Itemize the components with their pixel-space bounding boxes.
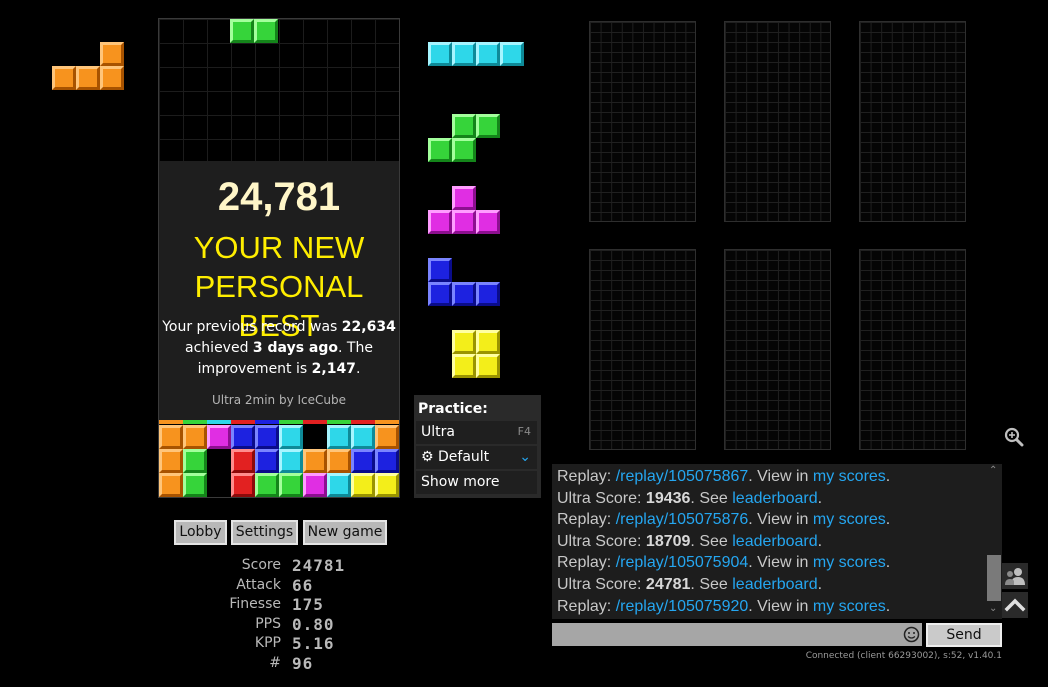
chat-message: Ultra Score: 24781. See leaderboard. [552,574,1002,596]
zoom-icon[interactable] [1003,426,1025,448]
chat-text: . [885,554,891,572]
chat-text: . [817,489,823,507]
chat-text: . [885,468,891,485]
chat-text: Ultra Score: [557,489,646,507]
chat-score-value: 19436 [645,489,691,507]
stat-value-pps: 0.80 [292,615,335,634]
chevron-down-icon: ⌄ [519,449,531,465]
scroll-up-arrow-icon[interactable]: ⌃ [989,465,997,476]
opponent-board [859,21,966,222]
chat-message: Replay: /replay/105075876. View in my sc… [552,509,1002,531]
my-scores-link[interactable]: my scores [813,554,886,571]
scroll-down-arrow-icon[interactable]: ⌄ [989,603,997,614]
connection-status: Connected (client 66293002), s:52, v1.40… [805,651,1002,661]
practice-title: Practice: [418,401,488,417]
my-scores-link[interactable]: my scores [813,511,886,528]
stat-value-kpp: 5.16 [292,634,335,653]
stat-label-pieces: # [269,655,281,671]
next-queue [428,40,528,380]
chat-text: Ultra Score: [557,575,646,593]
result-overlay: 24,781 YOUR NEW PERSONAL BEST Your previ… [159,161,399,420]
stat-label-score: Score [241,557,281,573]
opponent-board [589,21,696,222]
personal-best-line1: YOUR NEW [193,230,365,265]
chat-message: Ultra Score: 18709. See leaderboard. [552,531,1002,553]
chat-text: . [817,532,823,550]
chat-score-value: 18709 [645,532,691,550]
opponent-board [724,21,831,222]
replay-link[interactable]: /replay/105075867 [616,468,749,485]
preset-dropdown[interactable]: ⚙ Default ⌄ [416,446,537,469]
opponent-board [589,249,696,450]
stat-label-pps: PPS [255,616,281,632]
stat-label-kpp: KPP [254,635,281,651]
opponent-board [859,249,966,450]
chat-text: Replay: [557,554,616,572]
record-description: Your previous record was 22,634 achieved… [162,319,396,377]
replay-link[interactable]: /replay/105075920 [616,598,749,615]
leaderboard-link[interactable]: leaderboard [732,490,817,507]
practice-panel: Practice: Ultra F4 ⚙ Default ⌄ Show more [414,395,541,498]
users-icon[interactable] [1002,563,1028,589]
replay-link[interactable]: /replay/105075876 [616,511,749,528]
chat-text: . View in [748,511,813,529]
chat-scrollbar[interactable]: ⌃ ⌄ [986,464,1002,619]
chat-message: Ultra Score: 19436. See leaderboard. [552,488,1002,510]
preset-label: Default [438,449,490,465]
chat-text: Replay: [557,468,616,485]
chat-text: . View in [748,468,813,485]
emoji-icon[interactable] [903,626,920,643]
chat-text: . See [690,532,733,550]
chat-text: Ultra Score: [557,532,646,550]
chat-message: Replay: /replay/105075904. View in my sc… [552,552,1002,574]
chat-text: . See [690,575,733,593]
gear-icon: ⚙ [421,449,434,465]
chat-text: Replay: [557,511,616,529]
stat-value-score: 24781 [292,556,346,575]
chat-input[interactable] [552,623,922,646]
chat-log[interactable]: Replay: /replay/105075867. View in my sc… [552,464,1002,619]
leaderboard-link[interactable]: leaderboard [732,576,817,593]
show-more-button[interactable]: Show more [416,471,537,494]
chat-text: Replay: [557,597,616,615]
my-scores-link[interactable]: my scores [813,598,886,615]
send-button[interactable]: Send [926,623,1002,647]
stat-value-finesse: 175 [292,595,324,614]
chat-text: . See [690,489,733,507]
my-scores-link[interactable]: my scores [813,468,886,485]
chat-score-value: 24781 [645,575,691,593]
mode-label: Ultra 2min by IceCube [211,393,347,407]
stat-label-finesse: Finesse [229,596,281,612]
leaderboard-link[interactable]: leaderboard [732,533,817,550]
chat-message: Replay: /replay/105075867. View in my sc… [552,466,1002,488]
opponent-board [724,249,831,450]
replay-link[interactable]: /replay/105075904 [616,554,749,571]
practice-mode-key: F4 [517,425,531,438]
board-stack [159,420,399,498]
stats-panel: Score 24781 Attack 66 Finesse 175 PPS 0.… [181,556,381,677]
new-game-button[interactable]: New game [303,520,387,545]
stat-value-attack: 66 [292,576,314,595]
practice-mode-label: Ultra [421,424,455,440]
chat-text: . [885,597,891,615]
final-score: 24,781 [217,175,341,219]
chat-text: . [885,511,891,529]
lobby-button[interactable]: Lobby [174,520,227,545]
practice-mode-ultra[interactable]: Ultra F4 [416,421,537,444]
chat-text: . View in [748,597,813,615]
chevron-up-icon[interactable] [1002,592,1028,618]
stat-label-attack: Attack [236,577,281,593]
chat-message: Replay: /replay/105075920. View in my sc… [552,596,1002,618]
hold-piece [52,42,124,90]
scrollbar-thumb[interactable] [987,555,1001,601]
settings-button[interactable]: Settings [231,520,298,545]
stat-value-pieces: 96 [292,654,314,673]
chat-text: . View in [748,554,813,572]
chat-text: . [817,575,823,593]
